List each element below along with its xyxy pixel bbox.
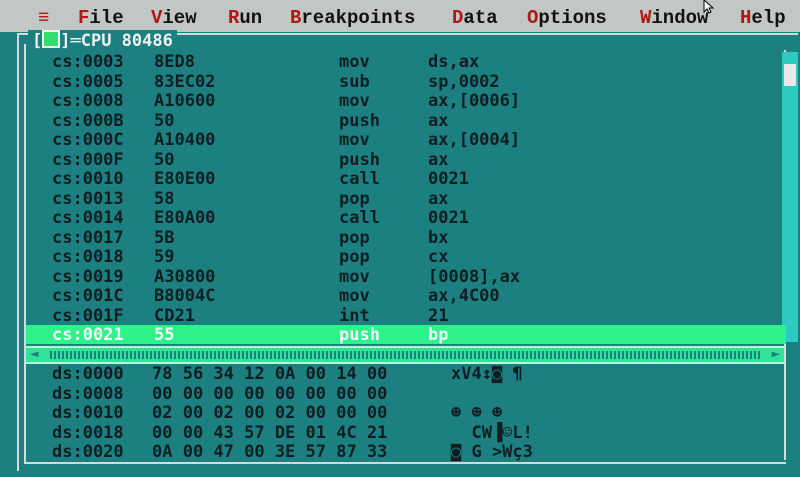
scroll-track[interactable] (50, 351, 760, 359)
menu-window[interactable]: Window (640, 7, 708, 29)
code-row[interactable]: cs:0010 E80E00 call 0021 (26, 169, 786, 189)
menu-breakpoints[interactable]: Breakpoints (290, 7, 415, 29)
menu-view[interactable]: View (151, 7, 197, 29)
code-row[interactable]: cs:000F 50 push ax (26, 150, 786, 170)
code-row[interactable]: cs:0017 5B pop bx (26, 228, 786, 248)
horizontal-scrollbar[interactable]: ◄ ► (26, 346, 784, 364)
window-frame-bottom (24, 462, 786, 464)
code-row[interactable]: cs:001C B8004C mov ax,4C00 (26, 286, 786, 306)
scroll-right-arrow-icon[interactable]: ► (772, 346, 780, 362)
mouse-pointer-icon (703, 0, 715, 14)
scroll-left-arrow-icon[interactable]: ◄ (30, 346, 38, 362)
menu-file[interactable]: File (78, 7, 124, 29)
window-title-bar: []═CPU 80486 (28, 30, 177, 52)
window-title: CPU 80486 (80, 31, 173, 51)
system-menu[interactable]: ≡ (38, 7, 49, 29)
menu-data[interactable]: Data (452, 7, 498, 29)
code-row[interactable]: cs:000B 50 push ax (26, 111, 786, 131)
code-row[interactable]: cs:0005 83EC02 sub sp,0002 (26, 72, 786, 92)
close-box-icon[interactable] (42, 30, 61, 48)
code-row[interactable]: cs:0019 A30800 mov [0008],ax (26, 267, 786, 287)
code-row[interactable]: cs:0018 59 pop cx (26, 247, 786, 267)
menu-options[interactable]: Options (527, 7, 607, 29)
code-row[interactable]: cs:0014 E80A00 call 0021 (26, 208, 786, 228)
code-row[interactable]: cs:000C A10400 mov ax,[0004] (26, 130, 786, 150)
code-row[interactable]: cs:0003 8ED8 mov ds,ax (26, 52, 786, 72)
menu-help[interactable]: Help (740, 7, 786, 29)
code-row[interactable]: cs:0008 A10600 mov ax,[0006] (26, 91, 786, 111)
code-row[interactable]: cs:0013 58 pop ax (26, 189, 786, 209)
menu-bar: ≡ File View Run Breakpoints Data Options… (0, 0, 800, 32)
menu-run[interactable]: Run (228, 7, 262, 29)
code-row[interactable]: cs:001F CD21 int 21 (26, 306, 786, 326)
current-instruction-row[interactable]: cs:0021 55 push bp (26, 325, 786, 345)
